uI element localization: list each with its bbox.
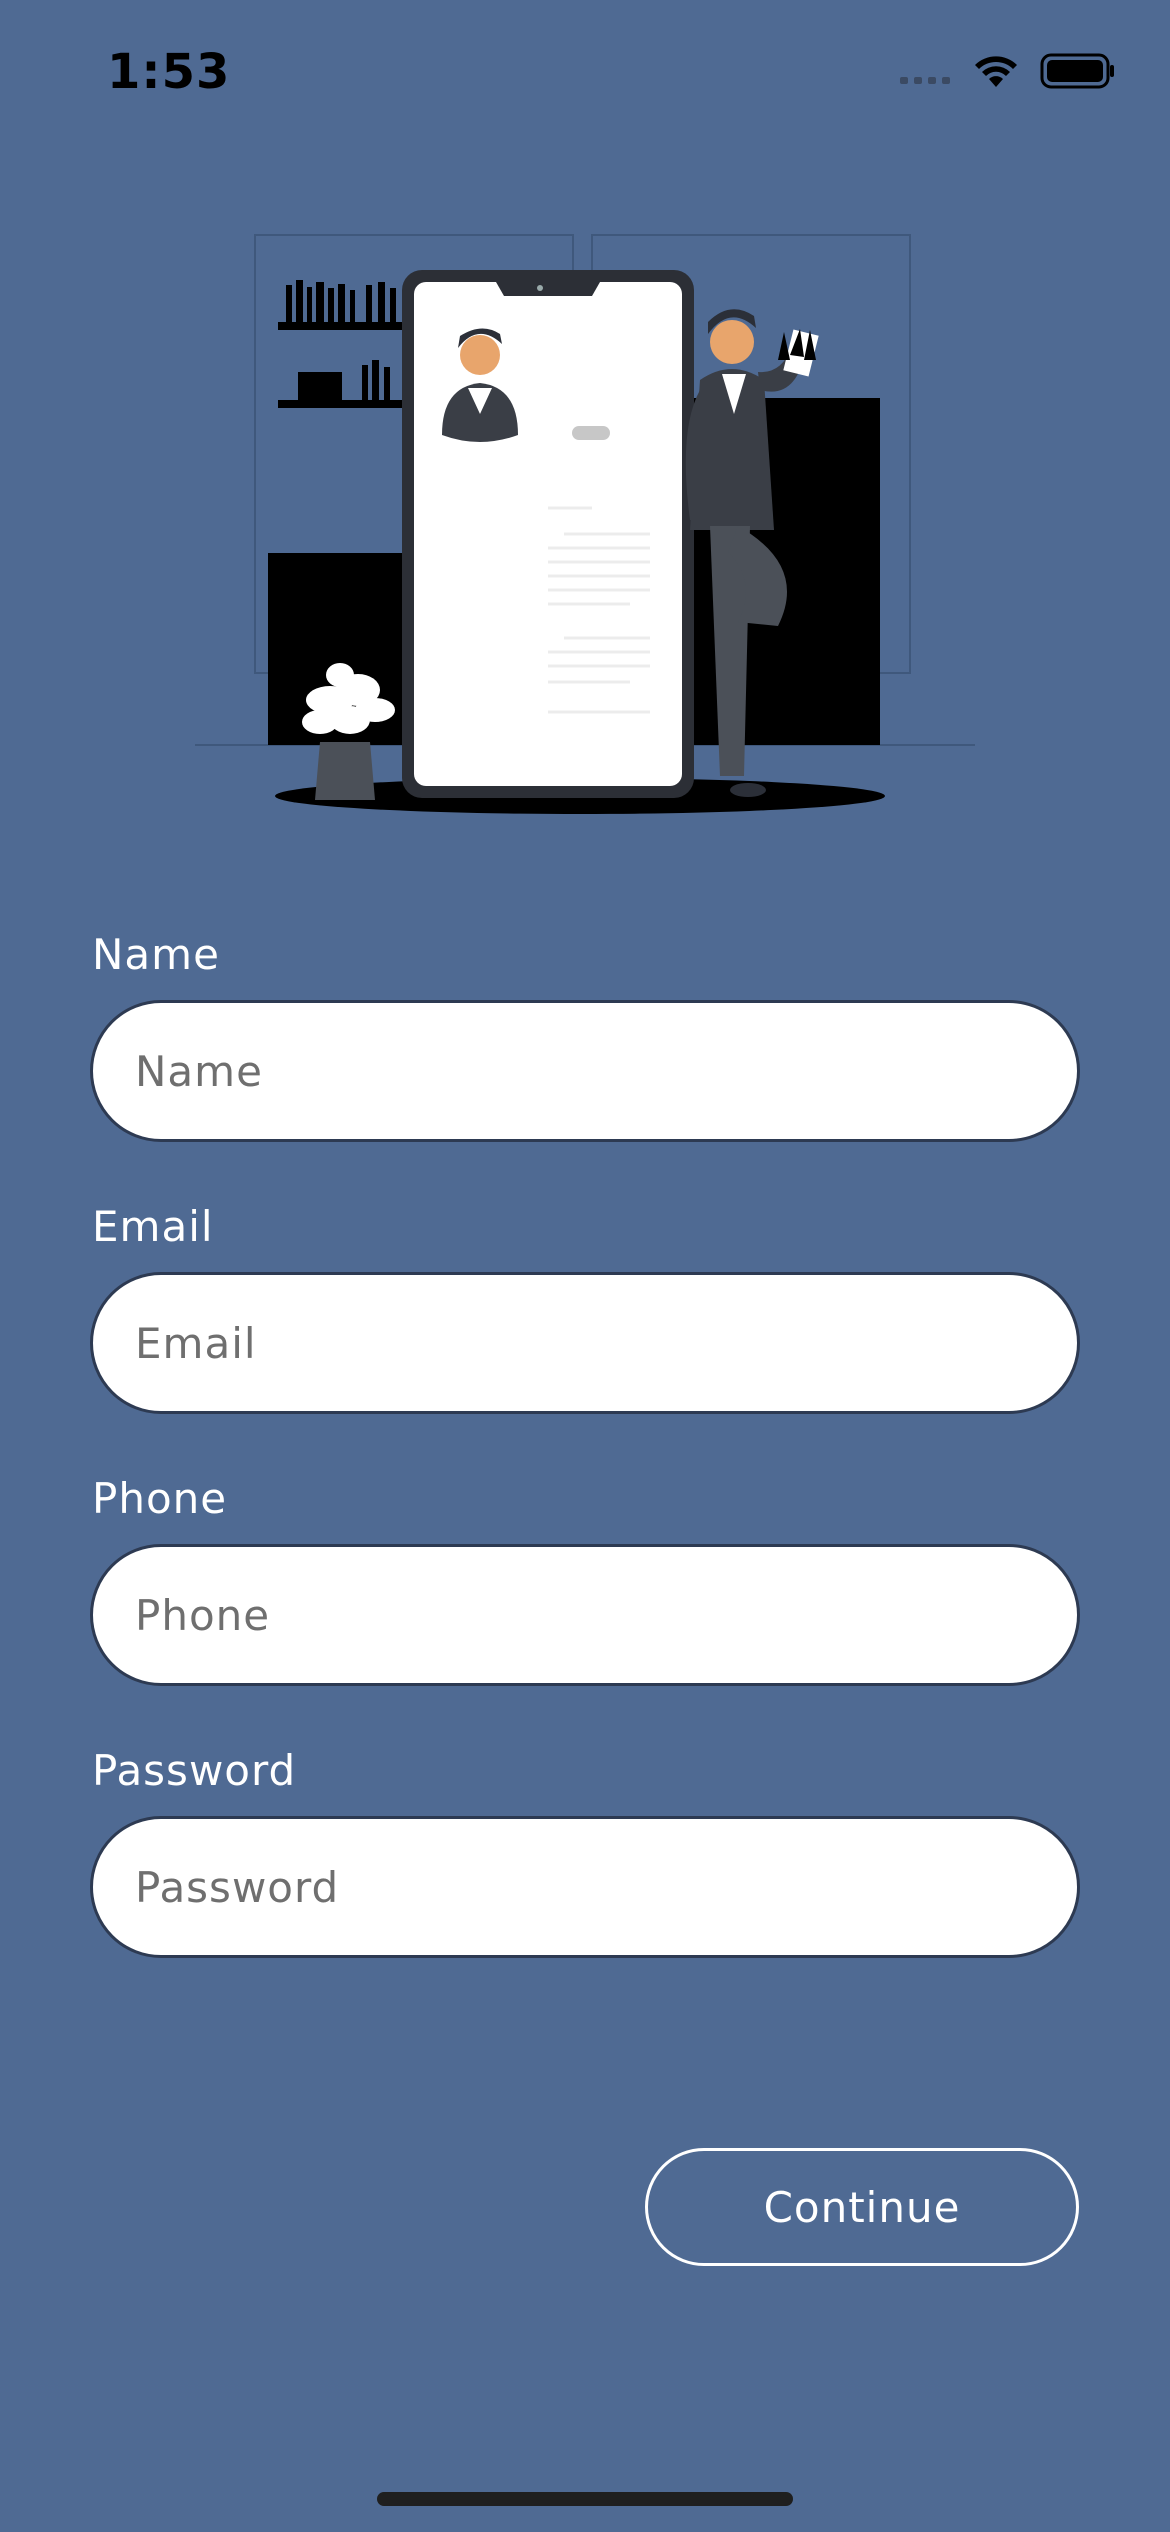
phone-label: Phone: [92, 1474, 228, 1523]
name-input[interactable]: [90, 1000, 1080, 1142]
email-label: Email: [92, 1202, 214, 1251]
password-field-group: Password: [90, 1746, 1080, 1958]
home-indicator[interactable]: [377, 2492, 793, 2506]
phone-input[interactable]: [90, 1544, 1080, 1686]
continue-button[interactable]: Continue: [645, 2148, 1079, 2266]
status-time: 1:53: [107, 44, 231, 100]
password-input[interactable]: [90, 1816, 1080, 1958]
battery-icon: [1040, 52, 1116, 94]
password-label: Password: [92, 1746, 297, 1795]
name-label: Name: [92, 930, 220, 979]
email-input[interactable]: [90, 1272, 1080, 1414]
cellular-signal-icon: [898, 56, 952, 90]
signup-form: Name Email Phone Password: [90, 930, 1080, 2018]
people-with-phone-illustration: [190, 230, 980, 830]
wifi-icon: [972, 53, 1020, 93]
phone-field-group: Phone: [90, 1474, 1080, 1686]
status-icons: [898, 52, 1116, 94]
status-bar: 1:53: [0, 0, 1170, 150]
name-field-group: Name: [90, 930, 1080, 1142]
email-field-group: Email: [90, 1202, 1080, 1414]
